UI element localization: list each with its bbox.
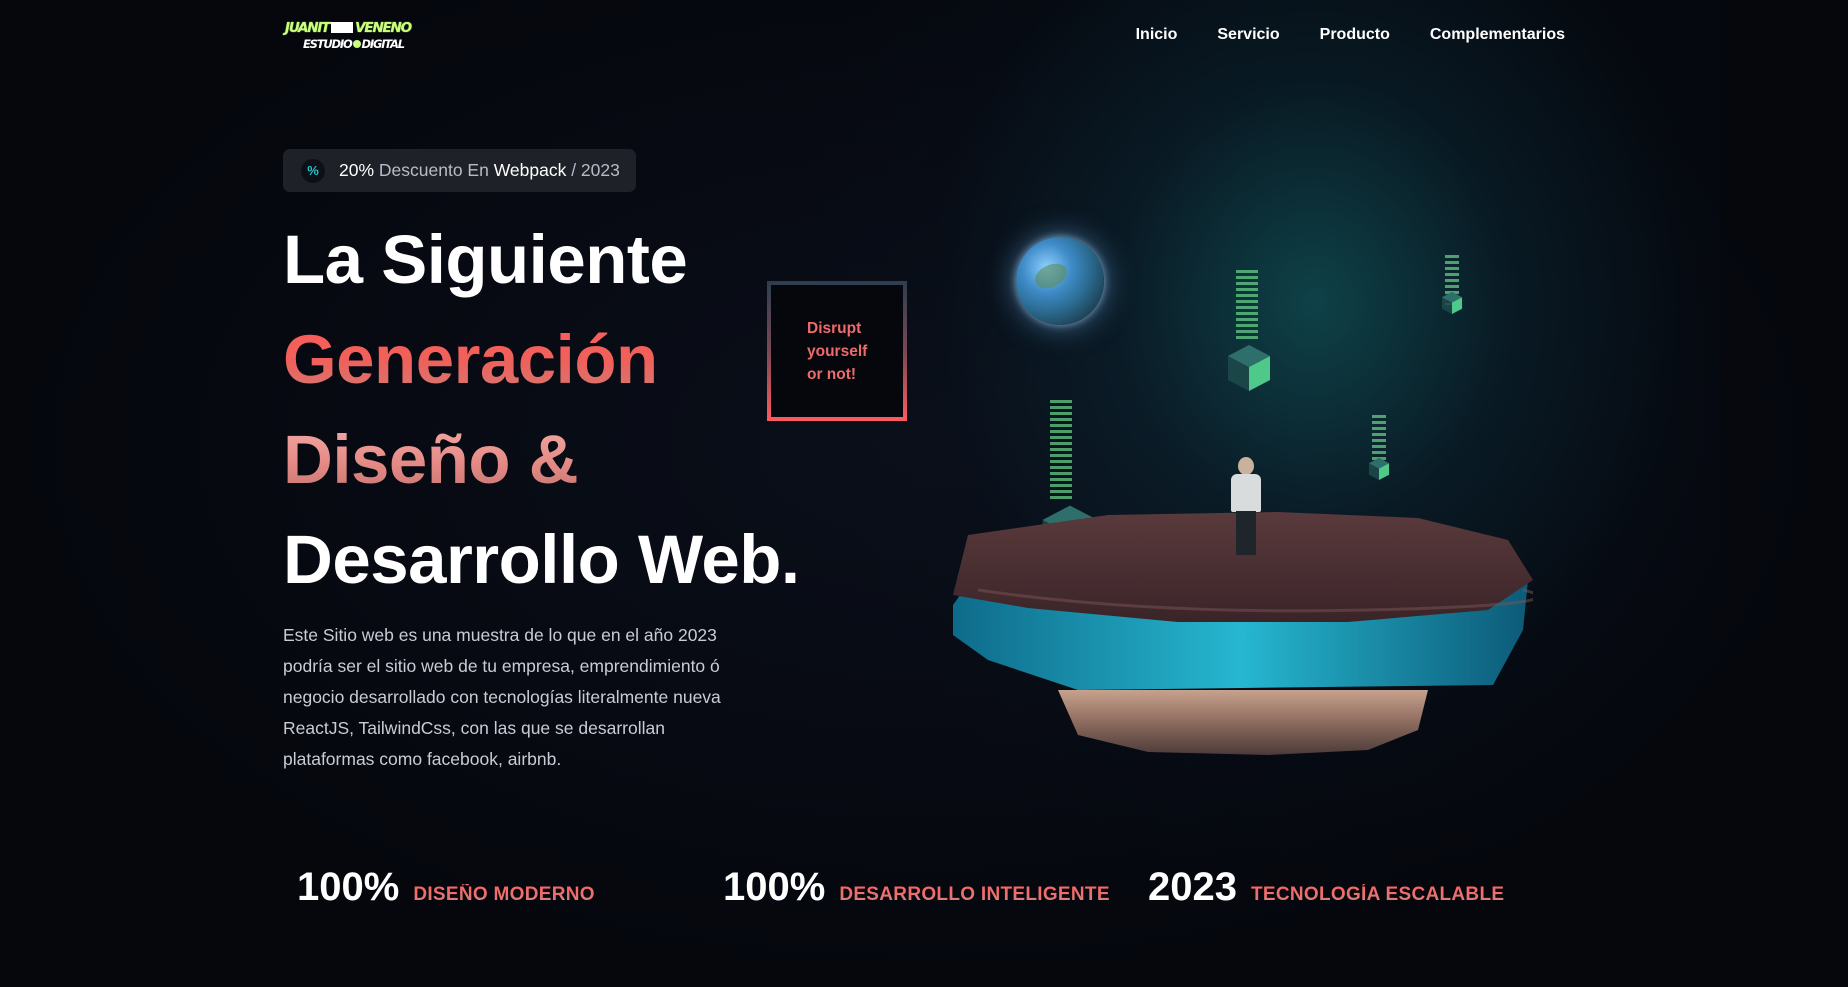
stat-value: 100% — [723, 865, 826, 909]
logo-top-text: JUANIT VENENO — [285, 20, 412, 36]
background-vignette — [0, 0, 1848, 987]
disrupt-line-3: or not! — [807, 365, 857, 383]
promo-product: Webpack — [493, 160, 567, 180]
floating-cube — [1441, 292, 1463, 314]
promo-percent: 20% — [339, 160, 375, 180]
planet-image — [1016, 237, 1104, 325]
promo-text-1: Descuento En — [374, 160, 494, 180]
stat-item: 2023 TECNOLOGÍA ESCALABLE — [1148, 865, 1504, 910]
floating-cube — [1368, 458, 1390, 480]
cube-trail — [1236, 270, 1258, 340]
cube-trail — [1050, 400, 1072, 500]
hero-headline: La Siguiente Generación Diseño & Desarro… — [283, 210, 800, 610]
hero-description: Este Sitio web es una muestra de lo que … — [283, 625, 721, 769]
percent-icon: % — [301, 158, 325, 183]
hero-illustration — [940, 225, 1540, 770]
headline-line-3: Diseño & — [283, 410, 800, 510]
nav-menu: Inicio Servicio Producto Complementarios — [1136, 26, 1565, 44]
stat-item: 100% DESARROLLO INTELIGENTE — [723, 865, 1110, 910]
headline-line-1: La Siguiente — [283, 221, 688, 298]
stat-item: 100% DISEÑO MODERNO — [297, 865, 595, 910]
disrupt-box: Disrupt yourself or not! — [767, 281, 907, 421]
nav-link-inicio[interactable]: Inicio — [1136, 26, 1178, 44]
stat-label: TECNOLOGÍA ESCALABLE — [1250, 884, 1505, 905]
nav-link-complementarios[interactable]: Complementarios — [1430, 26, 1565, 44]
stat-label: DESARROLLO INTELIGENTE — [839, 884, 1110, 905]
disrupt-line-2: yourself — [807, 342, 868, 360]
floating-cube — [1228, 345, 1270, 391]
stat-label: DISEÑO MODERNO — [413, 884, 595, 905]
person-figure — [1226, 457, 1266, 567]
nav-link-servicio[interactable]: Servicio — [1217, 26, 1279, 44]
headline-line-4: Desarrollo Web. — [283, 521, 800, 598]
disrupt-text: Disrupt yourself or not! — [807, 317, 867, 386]
stat-value: 100% — [297, 865, 400, 909]
stats-bar: 100% DISEÑO MODERNO 100% DESARROLLO INTE… — [297, 865, 1597, 913]
promo-text: 20% Descuento En Webpack / 2023 — [339, 160, 620, 181]
logo-bottom-text: ESTUDIO DIGITAL — [303, 37, 405, 51]
disrupt-line-1: Disrupt — [807, 319, 862, 337]
nav-link-producto[interactable]: Producto — [1320, 26, 1390, 44]
promo-badge[interactable]: % 20% Descuento En Webpack / 2023 — [283, 149, 636, 192]
headline-line-2: Generación — [283, 310, 800, 410]
promo-text-2: / 2023 — [566, 160, 620, 180]
navbar: JUANIT VENENO ESTUDIO DIGITAL Inicio Servi… — [283, 18, 1565, 56]
stat-value: 2023 — [1148, 865, 1237, 909]
brand-logo[interactable]: JUANIT VENENO ESTUDIO DIGITAL — [285, 20, 412, 54]
